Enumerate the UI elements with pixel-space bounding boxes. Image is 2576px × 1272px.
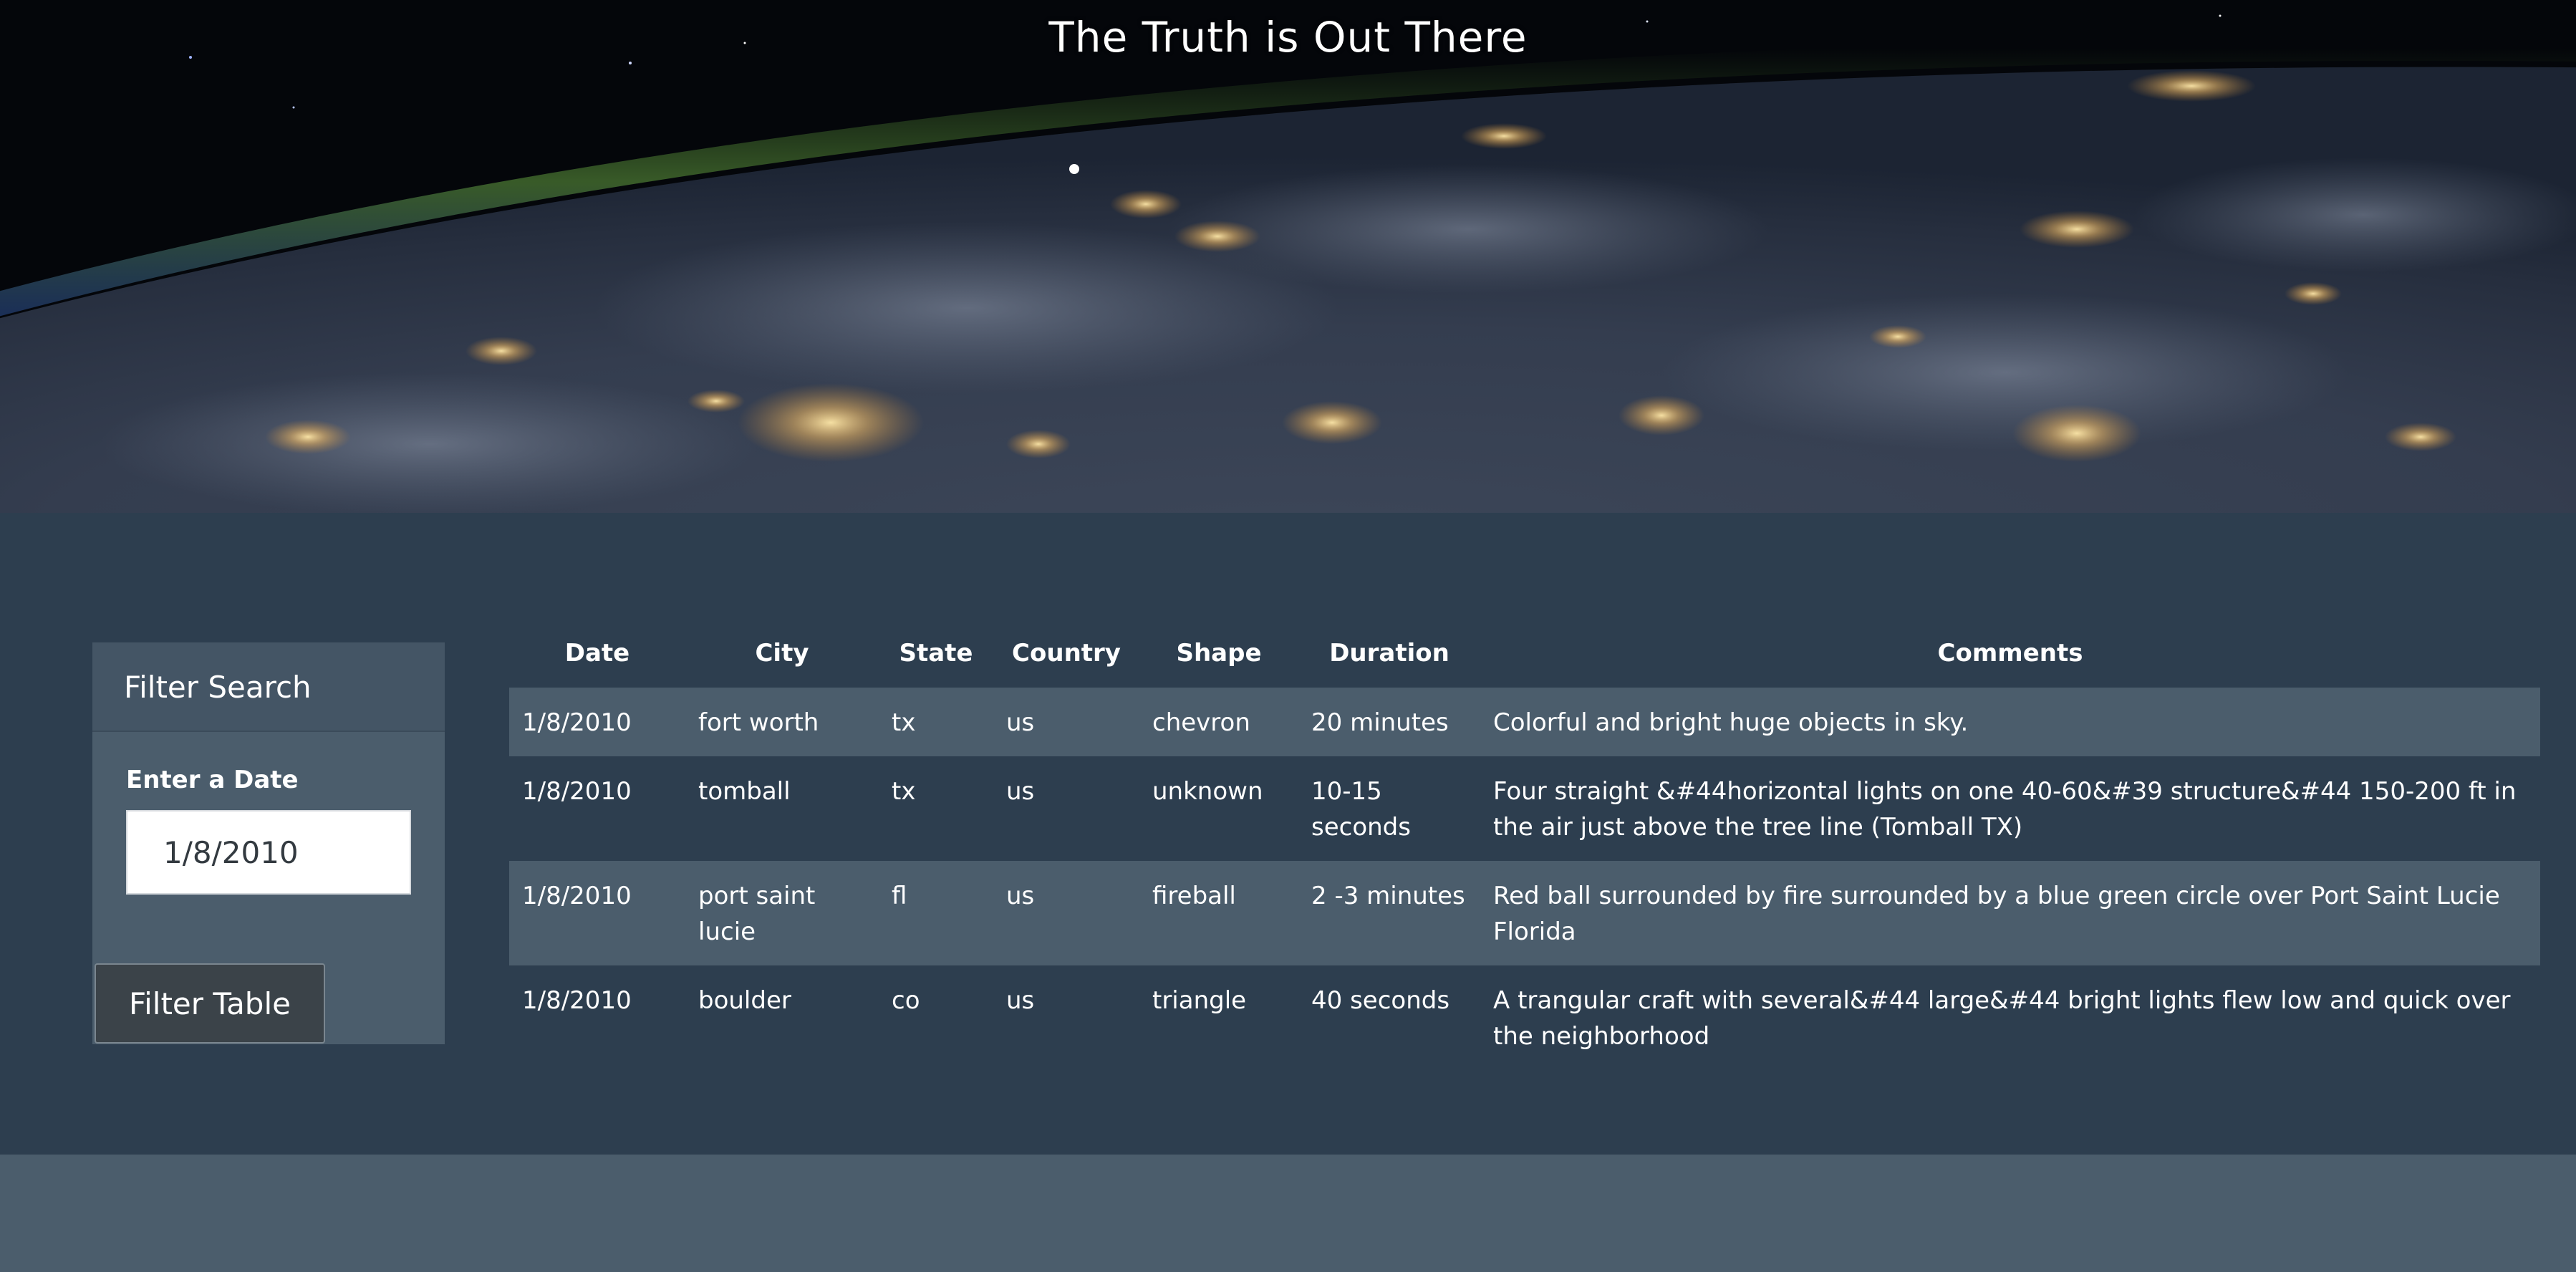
cell-city: tomball — [698, 777, 791, 806]
date-label: Enter a Date — [126, 766, 299, 794]
earth-night-image — [0, 0, 2576, 513]
page-title: The Truth is Out There — [1048, 13, 1528, 62]
cell-country: us — [1006, 882, 1035, 910]
table-row: 1/8/2010 boulder co us triangle 40 secon… — [509, 965, 2540, 1070]
cell-shape: triangle — [1152, 986, 1247, 1015]
table-row: 1/8/2010 port saint lucie fl us fireball… — [509, 861, 2540, 965]
filter-panel: Filter Search Enter a Date Filter Table — [92, 642, 445, 1044]
footer — [0, 1155, 2576, 1272]
cell-shape: chevron — [1152, 708, 1250, 737]
ufo-sightings-table: Date City State Country Shape Duration C… — [509, 619, 2540, 1070]
hero-banner: The Truth is Out There — [0, 0, 2576, 513]
cell-state: co — [892, 986, 920, 1015]
cell-country: us — [1006, 986, 1035, 1015]
cell-duration: 2 -3 minutes — [1311, 882, 1465, 910]
filter-table-button[interactable]: Filter Table — [95, 963, 325, 1044]
column-header-shape: Shape — [1176, 639, 1262, 668]
cell-date: 1/8/2010 — [522, 777, 632, 806]
column-header-date: Date — [564, 639, 630, 668]
cell-duration: 20 minutes — [1311, 708, 1449, 737]
cell-state: tx — [892, 708, 916, 737]
filter-heading: Filter Search — [92, 642, 445, 732]
cell-shape: fireball — [1152, 882, 1236, 910]
cell-comments: Colorful and bright huge objects in sky. — [1493, 708, 1969, 737]
column-header-duration: Duration — [1329, 639, 1449, 668]
cell-comments: Red ball surrounded by fire surrounded b… — [1493, 882, 2500, 946]
cell-date: 1/8/2010 — [522, 708, 632, 737]
date-input[interactable] — [126, 810, 411, 895]
column-header-country: Country — [1012, 639, 1121, 668]
cell-city: boulder — [698, 986, 791, 1015]
cell-city: fort worth — [698, 708, 819, 737]
table-header-row: Date City State Country Shape Duration C… — [509, 619, 2540, 688]
cell-duration: 40 seconds — [1311, 986, 1450, 1015]
cell-country: us — [1006, 777, 1035, 806]
column-header-state: State — [899, 639, 973, 668]
cell-shape: unknown — [1152, 777, 1263, 806]
cell-state: tx — [892, 777, 916, 806]
table-row: 1/8/2010 tomball tx us unknown 10-15 sec… — [509, 756, 2540, 861]
cell-country: us — [1006, 708, 1035, 737]
cell-duration: 10-15 seconds — [1311, 777, 1411, 842]
cell-comments: A trangular craft with several&#44 large… — [1493, 986, 2511, 1051]
column-header-city: City — [755, 639, 809, 668]
cell-state: fl — [892, 882, 907, 910]
cell-date: 1/8/2010 — [522, 882, 632, 910]
cell-date: 1/8/2010 — [522, 986, 632, 1015]
cell-city: port saint lucie — [698, 882, 816, 946]
column-header-comments: Comments — [1937, 639, 2083, 668]
table-row: 1/8/2010 fort worth tx us chevron 20 min… — [509, 688, 2540, 756]
cell-comments: Four straight &#44horizontal lights on o… — [1493, 777, 2517, 842]
